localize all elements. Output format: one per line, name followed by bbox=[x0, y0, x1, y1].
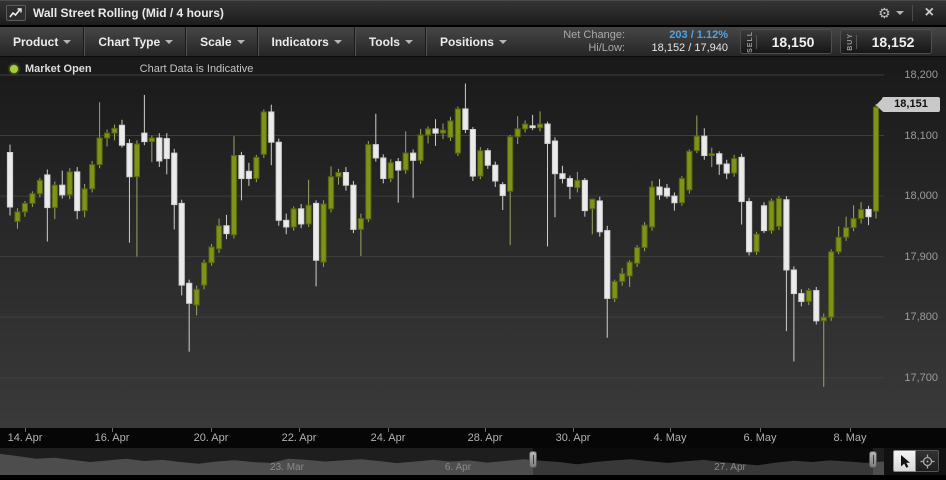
date-axis-label: 8. May bbox=[833, 432, 866, 444]
chevron-down-icon bbox=[405, 40, 413, 44]
hilow-label: Hi/Low: bbox=[563, 42, 625, 54]
market-state: Market Open bbox=[25, 63, 92, 75]
net-change-value: 203 / 1.12% bbox=[633, 29, 728, 41]
date-axis: 14. Apr 16. Apr 20. Apr 22. Apr 24. Apr 28. A… bbox=[0, 428, 946, 448]
sell-button[interactable]: SELL 18,150 bbox=[740, 29, 832, 54]
date-axis-label: 6. May bbox=[743, 432, 776, 444]
title-bar: Wall Street Rolling (Mid / 4 hours) ⚙ × bbox=[0, 0, 946, 26]
chart-area[interactable]: Market Open Chart Data is Indicative 18,… bbox=[0, 57, 946, 428]
date-axis-label: 16. Apr bbox=[95, 432, 130, 444]
price-axis-label: 17,800 bbox=[878, 311, 938, 323]
indicative-note: Chart Data is Indicative bbox=[140, 63, 254, 75]
window-title: Wall Street Rolling (Mid / 4 hours) bbox=[33, 6, 224, 20]
sell-price: 18,150 bbox=[761, 34, 831, 50]
date-axis-label: 22. Apr bbox=[282, 432, 317, 444]
tool-toggle bbox=[893, 450, 939, 472]
net-change-label: Net Change: bbox=[563, 29, 625, 41]
hilow-value: 18,152 / 17,940 bbox=[633, 42, 728, 54]
chevron-down-icon bbox=[896, 11, 904, 15]
buy-button-label: BUY bbox=[847, 33, 854, 51]
menu-tools[interactable]: Tools bbox=[355, 27, 426, 56]
market-open-dot bbox=[10, 65, 18, 73]
menu-positions[interactable]: Positions bbox=[426, 27, 520, 56]
date-axis-label: 14. Apr bbox=[8, 432, 43, 444]
date-axis-label: 20. Apr bbox=[194, 432, 229, 444]
date-axis-label: 4. May bbox=[653, 432, 686, 444]
close-icon: × bbox=[925, 4, 934, 21]
menu-chart-type-label: Chart Type bbox=[98, 35, 160, 49]
navigator-date-label: 23. Mar bbox=[270, 462, 304, 473]
settings-button[interactable]: ⚙ bbox=[870, 5, 912, 22]
menu-indicators-label: Indicators bbox=[272, 35, 329, 49]
menu-bar: Product Chart Type Scale Indicators Tool… bbox=[0, 27, 946, 57]
price-axis-label: 18,000 bbox=[878, 190, 938, 202]
menu-product-label: Product bbox=[13, 35, 58, 49]
navigator-date-label: 27. Apr bbox=[714, 462, 746, 473]
chevron-down-icon bbox=[165, 40, 173, 44]
chevron-down-icon bbox=[334, 40, 342, 44]
menu-tools-label: Tools bbox=[369, 35, 400, 49]
date-axis-label: 30. Apr bbox=[556, 432, 591, 444]
menu-scale[interactable]: Scale bbox=[186, 27, 257, 56]
date-axis-label: 28. Apr bbox=[468, 432, 503, 444]
buy-price: 18,152 bbox=[861, 34, 931, 50]
candlestick-chart[interactable] bbox=[0, 57, 946, 428]
buy-button[interactable]: BUY 18,152 bbox=[840, 29, 932, 54]
crosshair-icon bbox=[920, 454, 935, 469]
price-axis-label: 18,200 bbox=[878, 69, 938, 81]
menu-positions-label: Positions bbox=[440, 35, 494, 49]
gear-icon: ⚙ bbox=[878, 5, 891, 22]
crosshair-tool-button[interactable] bbox=[916, 450, 939, 472]
navigator-left-handle[interactable] bbox=[529, 451, 537, 468]
price-axis-label: 17,900 bbox=[878, 251, 938, 263]
chevron-down-icon bbox=[237, 40, 245, 44]
navigator-scrollbar[interactable]: 23. Mar 6. Apr 27. Apr bbox=[0, 448, 946, 475]
price-axis-label: 18,100 bbox=[878, 130, 938, 142]
quote-panel: Net Change: 203 / 1.12% Hi/Low: 18,152 /… bbox=[563, 27, 946, 56]
cursor-arrow-icon bbox=[898, 454, 912, 469]
menu-scale-label: Scale bbox=[200, 35, 231, 49]
current-price-tag: 18,151 bbox=[882, 97, 940, 112]
navigator-date-label: 6. Apr bbox=[445, 462, 471, 473]
navigator-right-handle[interactable] bbox=[869, 451, 877, 468]
close-button[interactable]: × bbox=[913, 1, 946, 25]
status-row: Market Open Chart Data is Indicative bbox=[0, 61, 253, 77]
menu-indicators[interactable]: Indicators bbox=[258, 27, 355, 56]
chevron-down-icon bbox=[499, 40, 507, 44]
buy-button-divider bbox=[856, 35, 857, 49]
chart-line-icon bbox=[6, 5, 26, 21]
chevron-down-icon bbox=[63, 40, 71, 44]
cursor-tool-button[interactable] bbox=[893, 450, 916, 472]
date-axis-label: 24. Apr bbox=[371, 432, 406, 444]
sell-button-divider bbox=[756, 35, 757, 49]
sell-button-label: SELL bbox=[747, 31, 754, 53]
menu-chart-type[interactable]: Chart Type bbox=[84, 27, 186, 56]
navigator-sparkline bbox=[0, 448, 884, 475]
price-axis-label: 17,700 bbox=[878, 372, 938, 384]
menu-product[interactable]: Product bbox=[0, 27, 84, 56]
